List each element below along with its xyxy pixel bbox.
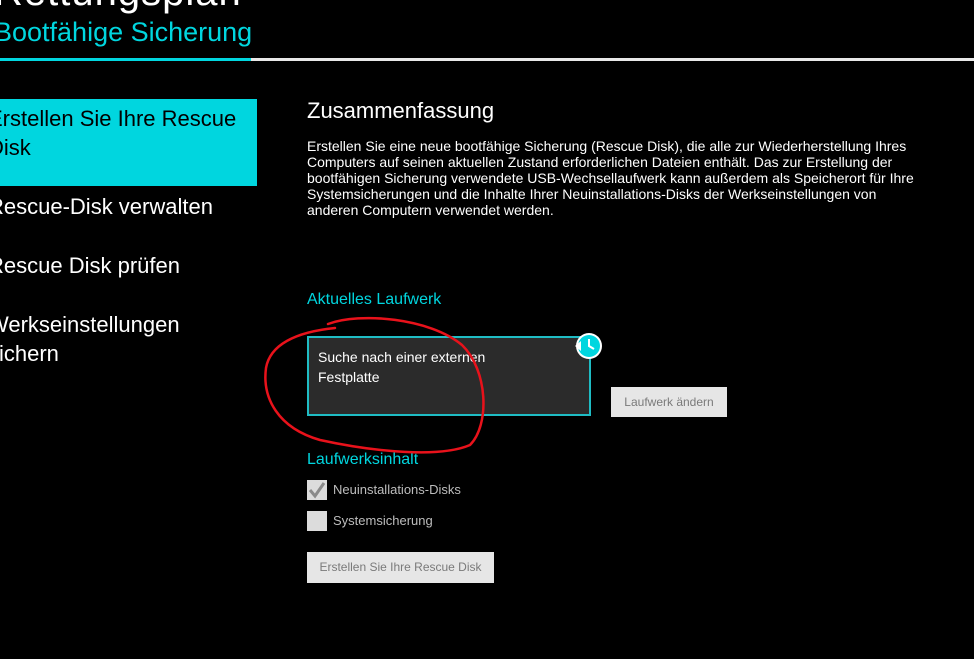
refresh-icon: [575, 333, 602, 359]
system-backup-checkbox[interactable]: [307, 511, 327, 531]
reinstall-disks-label: Neuinstallations-Disks: [333, 482, 461, 497]
nav-item-create-rescue-disk[interactable]: Erstellen Sie Ihre Rescue Disk: [0, 99, 257, 186]
drive-status-text: Suche nach einer externen Festplatte: [318, 349, 486, 385]
change-drive-button[interactable]: Laufwerk ändern: [611, 387, 727, 417]
checkmark-icon: [308, 482, 326, 499]
app-window: Rettungsplan Bootfähige Sicherung Erstel…: [0, 0, 974, 659]
create-rescue-disk-button[interactable]: Erstellen Sie Ihre Rescue Disk: [307, 552, 494, 583]
current-drive-heading: Aktuelles Laufwerk: [307, 291, 442, 308]
nav-item-manage-rescue-disk[interactable]: Rescue-Disk verwalten: [0, 192, 213, 221]
system-backup-label: Systemsicherung: [333, 513, 433, 528]
reinstall-disks-checkbox[interactable]: [307, 480, 327, 500]
nav-item-verify-rescue-disk[interactable]: Rescue Disk prüfen: [0, 251, 180, 280]
nav-item-backup-factory-settings[interactable]: Werkseinstellungen sichern: [0, 310, 180, 368]
nav-item-label: Erstellen Sie Ihre Rescue Disk: [0, 106, 237, 160]
summary-text: Erstellen Sie eine neue bootfähige Siche…: [307, 138, 914, 218]
header-divider: [251, 58, 974, 61]
page-subtitle: Bootfähige Sicherung: [0, 17, 253, 47]
app-title: Rettungsplan: [0, 0, 242, 12]
summary-heading: Zusammenfassung: [307, 98, 495, 123]
drive-contents-heading: Laufwerksinhalt: [307, 451, 419, 468]
current-drive-box[interactable]: Suche nach einer externen Festplatte: [307, 336, 591, 416]
refresh-drive-button[interactable]: [573, 330, 603, 360]
header-divider-accent: [0, 58, 251, 61]
